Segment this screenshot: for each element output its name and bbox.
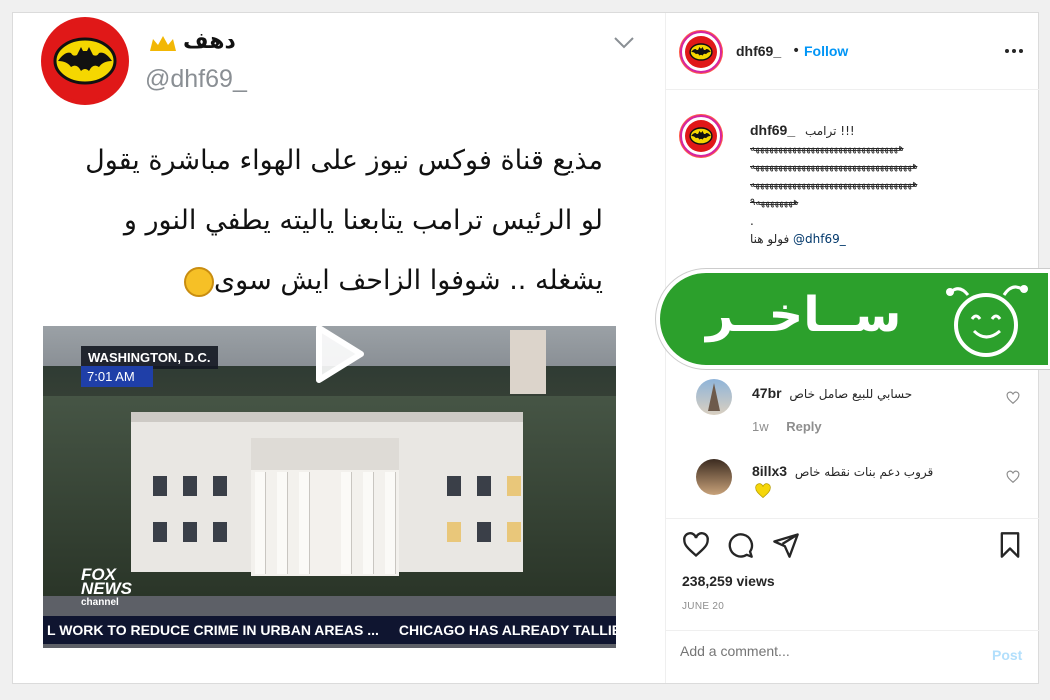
window <box>507 522 521 542</box>
window <box>477 476 491 496</box>
tweet-display-name: دهف <box>183 29 236 54</box>
comment-1-meta: 1w Reply <box>752 419 822 434</box>
caption-username[interactable]: dhf69_ <box>750 122 795 138</box>
crown-icon <box>150 36 176 51</box>
window <box>213 522 227 542</box>
smiley-logo-icon <box>946 285 1028 357</box>
window <box>153 522 167 542</box>
window <box>183 522 197 542</box>
column <box>341 472 351 574</box>
tweet-line-3: يشغله .. شوفوا الزاحف ايش سوى <box>214 265 603 296</box>
media-panel: دهف @dhf69_ مذيع قناة فوكس نيوز على الهو… <box>13 13 665 683</box>
follow-button[interactable]: Follow <box>804 43 848 59</box>
header-username[interactable]: dhf69_ <box>736 43 781 59</box>
like-comment-icon[interactable] <box>1006 391 1020 405</box>
play-icon[interactable] <box>295 326 375 394</box>
laughing-crying-emoji-icon <box>184 266 215 297</box>
caption-head: dhf69_ ترامب !!! <box>750 121 1030 140</box>
comment-1-time: 1w <box>752 419 769 434</box>
comment-1-text: حسابي للبيع صامل خاص <box>789 387 913 401</box>
comment-1: 47br حسابي للبيع صامل خاص <box>752 385 912 401</box>
bookmark-icon[interactable] <box>996 531 1024 559</box>
yellow-heart-icon <box>755 483 771 499</box>
tweet-line-3-wrap: يشغله .. شوفوا الزاحف ايش سوى <box>43 251 603 311</box>
tweet-text: مذيع قناة فوكس نيوز على الهواء مباشرة يق… <box>43 131 603 311</box>
comment-2-text: قروب دعم بنات نقطه خاص <box>794 465 934 479</box>
comment-2-user[interactable]: 8illx3 <box>752 463 787 479</box>
comment-bubble-icon[interactable] <box>726 531 754 559</box>
monument <box>510 330 546 394</box>
like-heart-icon[interactable] <box>682 531 710 559</box>
like-comment-icon[interactable] <box>1006 470 1020 484</box>
comment-1-user[interactable]: 47br <box>752 385 782 401</box>
commenter-avatar-1[interactable] <box>696 379 732 415</box>
commenter-avatar-2[interactable] <box>696 459 732 495</box>
views-count[interactable]: 238,259 views <box>682 573 775 589</box>
caption: dhf69_ ترامب !!! ههههههههههههههههههههههه… <box>750 121 1030 248</box>
chevron-down-icon[interactable] <box>613 35 635 51</box>
column <box>299 472 309 574</box>
time-caption: 7:01 AM <box>81 366 153 387</box>
window <box>447 522 461 542</box>
logo-channel: channel <box>81 597 119 608</box>
caption-laugh-4: ههههههههه٩ <box>750 197 799 208</box>
tweet-line-2: لو الرئيس ترامب يتابعنا ياليته يطفي النو… <box>123 205 603 236</box>
caption-follow-text: فولو هنا <box>750 232 790 246</box>
share-plane-icon[interactable] <box>772 531 800 559</box>
sakher-watermark-banner: ســاخــر <box>656 269 1050 369</box>
action-bar: 238,259 views JUNE 20 <box>666 518 1039 618</box>
dot-separator: • <box>792 43 801 59</box>
caption-laugh-3: هههههههههههههههههههههههههههههههههههه <box>750 179 918 190</box>
window <box>153 476 167 496</box>
column <box>385 472 395 574</box>
ticker-right: CHICAGO HAS ALREADY TALLIED 44 <box>398 622 616 638</box>
window <box>447 476 461 496</box>
post-header: dhf69_ • Follow <box>666 13 1039 90</box>
sakher-text: ســاخــر <box>706 287 902 343</box>
caption-avatar[interactable] <box>680 115 722 157</box>
batman-avatar <box>41 17 129 105</box>
column <box>255 472 265 574</box>
ticker-left: L WORK TO REDUCE CRIME IN URBAN AREAS ..… <box>47 622 379 638</box>
window <box>183 476 197 496</box>
window <box>213 476 227 496</box>
instagram-sidebar: dhf69_ • Follow dhf69_ ترامب !!! ههههههه… <box>656 13 1050 683</box>
tweet-handle: @dhf69_ <box>145 65 247 93</box>
reply-button[interactable]: Reply <box>786 419 821 434</box>
logo-news: NEWS <box>81 579 132 598</box>
add-comment-input[interactable] <box>680 643 980 659</box>
caption-title: ترامب !!! <box>804 124 855 138</box>
post-date: JUNE 20 <box>682 601 725 612</box>
video-player[interactable]: WASHINGTON, D.C. 7:01 AM FOX NEWS channe… <box>43 326 616 648</box>
fox-news-logo: FOX NEWS channel <box>81 566 141 614</box>
white-house-portico <box>251 438 399 576</box>
caption-follow-line: فولو هنا @dhf69_ <box>750 230 1030 248</box>
caption-dot: . <box>750 214 754 228</box>
post-frame: دهف @dhf69_ مذيع قناة فوكس نيوز على الهو… <box>12 12 1050 684</box>
window <box>477 522 491 542</box>
window <box>507 476 521 496</box>
more-options-icon[interactable] <box>1004 47 1024 55</box>
news-ticker: L WORK TO REDUCE CRIME IN URBAN AREAS ..… <box>43 616 616 644</box>
header-avatar[interactable] <box>680 31 722 73</box>
column <box>277 472 287 574</box>
tweet-line-1: مذيع قناة فوكس نيوز على الهواء مباشرة يق… <box>85 145 603 176</box>
caption-laugh-1: ههههههههههههههههههههههههههههههههه <box>750 143 904 154</box>
comment-2: 8illx3 قروب دعم بنات نقطه خاص <box>752 463 933 479</box>
caption-laugh-2: هههههههههههههههههههههههههههههههههههه <box>750 161 918 172</box>
caption-mention-link[interactable]: @dhf69_ <box>793 232 846 246</box>
post-button[interactable]: Post <box>992 647 1022 663</box>
add-comment-bar: Post <box>666 630 1039 683</box>
column <box>363 472 373 574</box>
